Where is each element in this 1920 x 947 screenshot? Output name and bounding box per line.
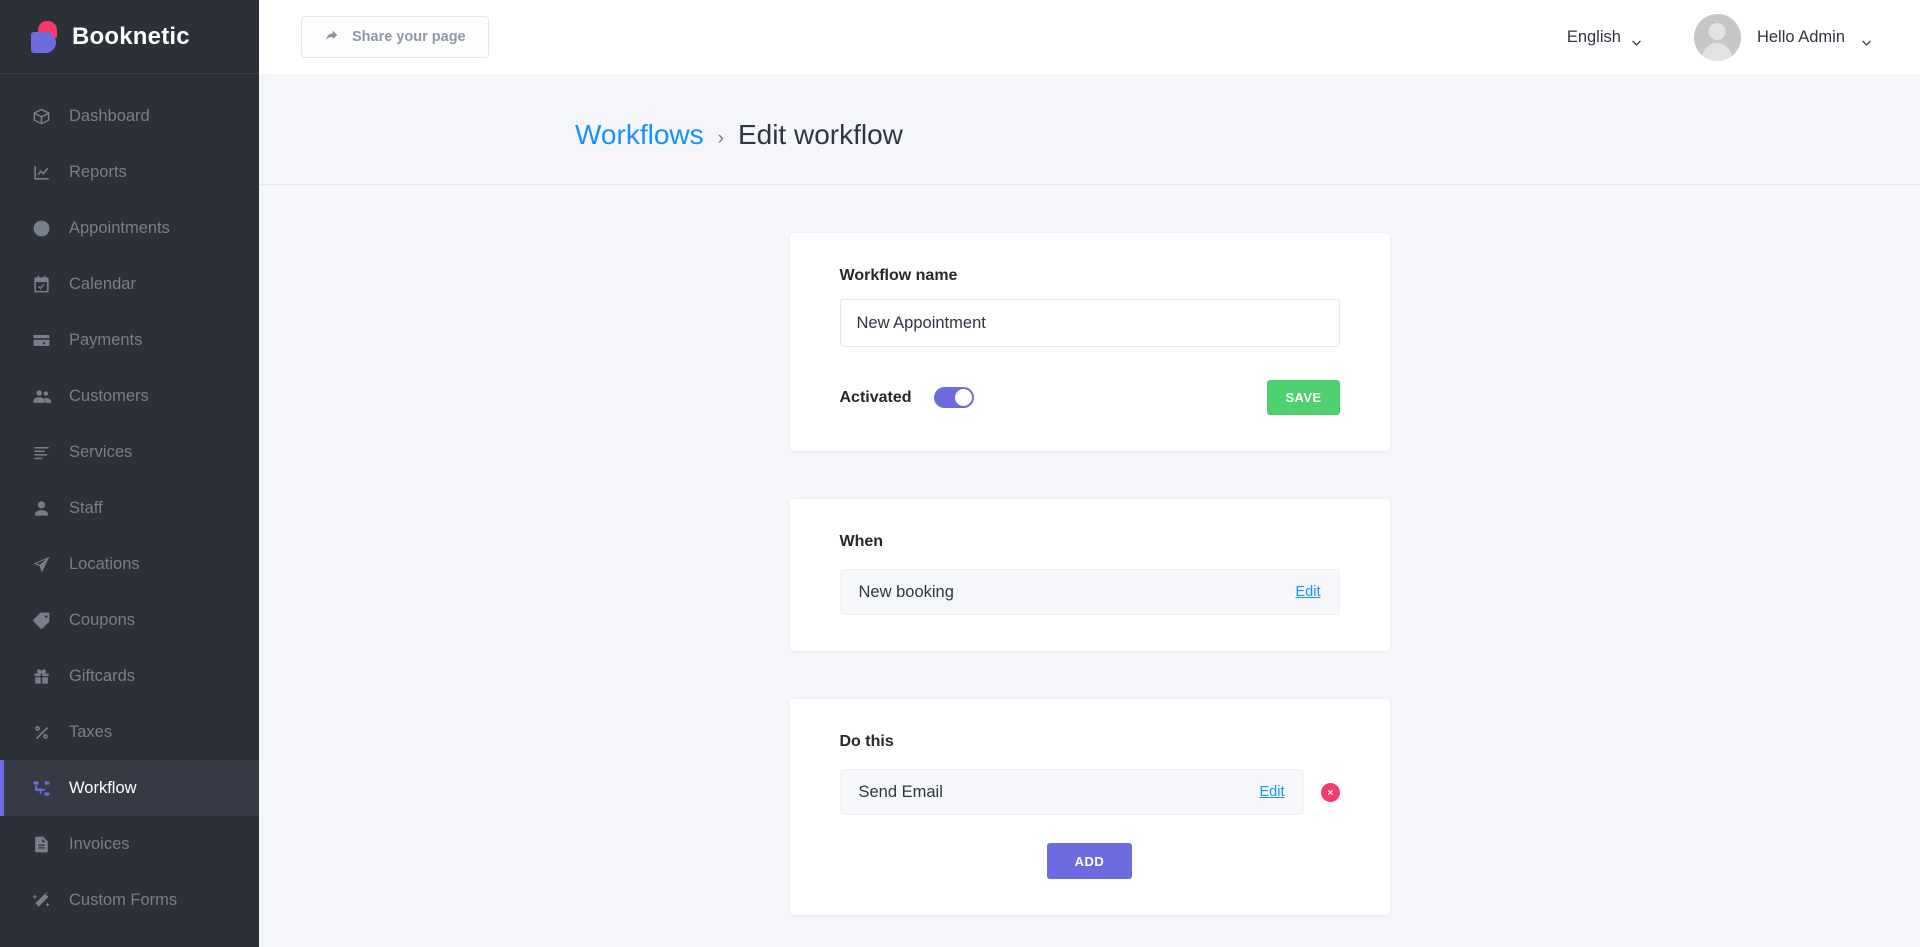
do-this-title: Do this [839,733,894,750]
cards-container: Workflow name Activated SAVE When [307,185,1872,915]
sidebar-item-label: Payments [69,330,143,349]
workflow-name-label: Workflow name [839,267,958,284]
language-label: English [1566,27,1621,46]
sidebar-item-dashboard[interactable]: Dashboard [0,88,259,144]
sidebar-item-label: Invoices [69,834,130,853]
magic-wand-icon [30,889,52,911]
users-icon [30,385,52,407]
breadcrumb-link-workflows[interactable]: Workflows [575,119,704,151]
sidebar-item-label: Coupons [69,610,136,629]
toggle-knob [954,389,972,406]
add-button-wrap: ADD [840,843,1340,879]
user-greeting-label: Hello Admin [1756,27,1845,46]
document-icon [30,833,52,855]
activated-label: Activated [839,388,912,406]
sidebar-item-label: Dashboard [69,106,150,125]
sidebar-item-invoices[interactable]: Invoices [0,816,259,872]
brand-name: Booknetic [72,22,190,50]
page-title: Edit workflow [737,119,903,150]
sidebar-item-label: Taxes [69,722,113,741]
breadcrumb: Workflows › Edit workflow [259,74,1920,185]
sidebar-item-label: Staff [69,498,103,517]
sidebar-item-label: Reports [69,162,127,181]
list-icon [30,441,52,463]
main-area: Share your page English Hello Admin Work… [259,0,1920,947]
clock-icon [30,217,52,239]
chart-icon [30,161,52,183]
sidebar-item-locations[interactable]: Locations [0,536,259,592]
close-circle-icon [1326,785,1335,800]
sidebar-item-staff[interactable]: Staff [0,480,259,536]
share-icon [324,28,340,47]
save-button[interactable]: SAVE [1267,380,1340,415]
workflow-icon [30,777,52,799]
add-action-button[interactable]: ADD [1046,843,1133,879]
sidebar-item-payments[interactable]: Payments [0,312,259,368]
content-area: Workflows › Edit workflow Workflow name … [259,74,1920,947]
when-trigger-item[interactable]: New booking Edit [839,569,1340,615]
avatar [1693,13,1741,61]
person-icon [30,497,52,519]
sidebar-item-customers[interactable]: Customers [0,368,259,424]
sidebar-item-label: Workflow [69,778,137,797]
share-button-label: Share your page [352,29,466,45]
workflow-name-input[interactable] [839,299,1340,347]
breadcrumb-separator: › [717,128,724,149]
gift-icon [30,665,52,687]
when-trigger-label: New booking [858,582,954,601]
app-root: Booknetic Dashboard Reports Appointments [0,0,1920,947]
sidebar-item-custom-forms[interactable]: Custom Forms [0,872,259,928]
activated-row: Activated SAVE [840,380,1340,415]
sidebar-item-label: Customers [69,386,149,405]
do-this-action-item[interactable]: Send Email Edit [839,769,1304,815]
language-selector[interactable]: English [1567,28,1642,47]
percent-icon [30,721,52,743]
when-item-row: New booking Edit [839,569,1340,615]
topbar: Share your page English Hello Admin [259,0,1920,74]
delete-action-button[interactable] [1320,782,1340,802]
sidebar-item-services[interactable]: Services [0,424,259,480]
brand-logo-area[interactable]: Booknetic [0,0,259,74]
sidebar-item-reports[interactable]: Reports [0,144,259,200]
chevron-down-icon [1861,34,1872,46]
topbar-right-group: English Hello Admin [1567,13,1872,61]
sidebar-nav: Dashboard Reports Appointments Calendar [0,74,259,947]
when-card: When New booking Edit [789,499,1390,651]
workflow-name-card: Workflow name Activated SAVE [789,233,1390,451]
when-edit-link[interactable]: Edit [1296,584,1321,600]
when-title: When [839,533,884,550]
sidebar-item-label: Custom Forms [69,890,178,909]
share-your-page-button[interactable]: Share your page [301,16,489,58]
activated-toggle[interactable] [933,387,974,408]
tag-icon [30,609,52,631]
sidebar-item-label: Calendar [69,274,136,293]
do-this-item-row: Send Email Edit [839,769,1340,815]
do-this-edit-link[interactable]: Edit [1260,784,1285,800]
sidebar-item-label: Locations [69,554,140,573]
booknetic-logo-icon [30,20,58,53]
do-this-action-label: Send Email [858,782,943,801]
user-menu[interactable]: Hello Admin [1693,13,1872,61]
wallet-icon [30,329,52,351]
sidebar-item-label: Services [69,442,133,461]
sidebar-item-giftcards[interactable]: Giftcards [0,648,259,704]
sidebar-item-taxes[interactable]: Taxes [0,704,259,760]
sidebar-item-label: Appointments [69,218,170,237]
sidebar-item-label: Giftcards [69,666,136,685]
box-icon [30,105,52,127]
sidebar-item-workflow[interactable]: Workflow [0,760,259,816]
calendar-icon [30,273,52,295]
do-this-card: Do this Send Email Edit ADD [789,699,1390,915]
send-icon [30,553,52,575]
sidebar-item-calendar[interactable]: Calendar [0,256,259,312]
sidebar-item-appointments[interactable]: Appointments [0,200,259,256]
sidebar-item-coupons[interactable]: Coupons [0,592,259,648]
chevron-down-icon [1631,34,1642,46]
sidebar: Booknetic Dashboard Reports Appointments [0,0,259,947]
